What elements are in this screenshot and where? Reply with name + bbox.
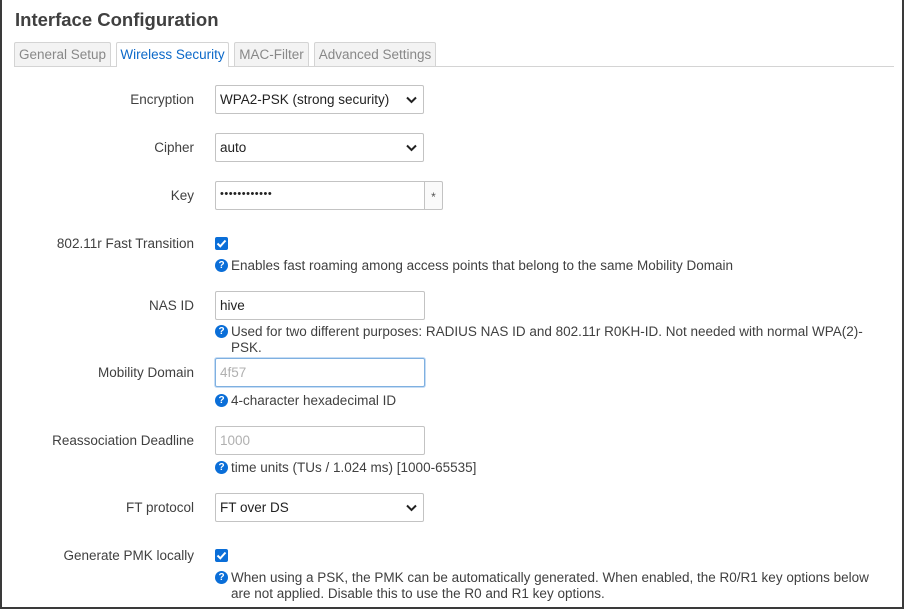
nas-id-input[interactable] — [215, 291, 425, 320]
reassociation-deadline-input[interactable] — [215, 426, 425, 455]
pmk-local-checkbox[interactable] — [215, 549, 228, 562]
help-circle-icon: ? — [215, 259, 228, 272]
nas-id-help: ? Used for two different purposes: RADIU… — [215, 324, 875, 356]
ft-protocol-label: FT protocol — [125, 500, 194, 515]
help-circle-icon: ? — [215, 325, 228, 338]
ft-protocol-select[interactable]: FT over DS — [215, 493, 424, 522]
help-circle-icon: ? — [215, 461, 228, 474]
encryption-select[interactable]: WPA2-PSK (strong security) — [215, 85, 424, 114]
cipher-select[interactable]: auto — [215, 133, 424, 162]
reassociation-deadline-label: Reassociation Deadline — [52, 433, 194, 448]
key-input[interactable]: •••••••••••• — [215, 181, 425, 210]
key-field: •••••••••••• * — [215, 181, 443, 210]
checkmark-icon — [216, 239, 227, 248]
cipher-selected-value: auto — [220, 140, 247, 155]
reassociation-deadline-help: ? time units (TUs / 1.024 ms) [1000-6553… — [215, 460, 875, 476]
key-label: Key — [170, 188, 194, 203]
fast-transition-help-text: Enables fast roaming among access points… — [231, 258, 734, 273]
help-circle-icon: ? — [215, 571, 228, 584]
fast-transition-label: 802.11r Fast Transition — [56, 236, 194, 251]
key-masked-value: •••••••••••• — [220, 188, 273, 200]
chevron-down-icon — [406, 96, 417, 104]
mobility-domain-label: Mobility Domain — [97, 365, 194, 380]
fast-transition-help: ? Enables fast roaming among access poin… — [215, 258, 875, 274]
page-title: Interface Configuration — [15, 9, 219, 30]
tab-advanced-settings[interactable]: Advanced Settings — [314, 42, 436, 66]
tab-mac-filter[interactable]: MAC-Filter — [234, 42, 309, 66]
chevron-down-icon — [406, 144, 417, 152]
mobility-domain-input[interactable] — [215, 358, 425, 387]
pmk-local-help-text: When using a PSK, the PMK can be automat… — [231, 570, 869, 601]
chevron-down-icon — [406, 504, 417, 512]
tab-wireless-security[interactable]: Wireless Security — [116, 42, 229, 67]
fast-transition-checkbox[interactable] — [215, 237, 228, 250]
cipher-label: Cipher — [154, 140, 194, 155]
tab-general-setup[interactable]: General Setup — [14, 42, 111, 66]
mobility-domain-help: ? 4-character hexadecimal ID — [215, 393, 875, 409]
nas-id-label: NAS ID — [148, 298, 194, 313]
window-border-left — [0, 0, 2, 609]
pmk-local-label: Generate PMK locally — [63, 548, 194, 563]
nas-id-help-text: Used for two different purposes: RADIUS … — [231, 324, 863, 355]
checkmark-icon — [216, 551, 227, 560]
reveal-password-button[interactable]: * — [424, 181, 443, 210]
pmk-local-help: ? When using a PSK, the PMK can be autom… — [215, 570, 875, 602]
help-circle-icon: ? — [215, 394, 228, 407]
encryption-selected-value: WPA2-PSK (strong security) — [220, 92, 390, 107]
ft-protocol-selected-value: FT over DS — [220, 500, 289, 515]
reassociation-deadline-help-text: time units (TUs / 1.024 ms) [1000-65535] — [231, 460, 477, 475]
encryption-label: Encryption — [130, 92, 194, 107]
mobility-domain-help-text: 4-character hexadecimal ID — [231, 393, 397, 408]
